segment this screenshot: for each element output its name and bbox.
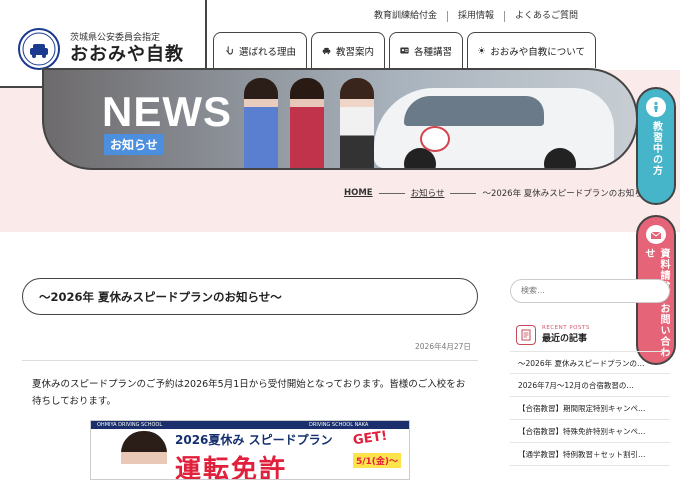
banner-get: GET! [352,428,389,449]
hero-car-window [404,96,544,126]
hero-title: NEWS [102,88,232,135]
hero-banner: NEWS お知らせ [42,68,638,170]
banner-school-right: DRIVING SCHOOL NAKA [309,422,369,428]
nav-tab-label: 各種講習 [413,46,452,58]
side-button-label: 教習中の方 [650,121,662,176]
hero-person [340,78,374,168]
recent-post-link[interactable]: 【通学教習】特例教習＋セット割引… [510,443,670,466]
hero-person [290,78,324,168]
breadcrumb-section[interactable]: お知らせ [411,187,445,199]
utility-link-faq[interactable]: よくあるご質問 [503,11,588,22]
id-card-icon [400,47,409,54]
student-icon [646,97,666,117]
breadcrumb-current: ～2026年 夏休みスピードプランのお知らせ～ [482,189,660,199]
hero-car-emblem [420,126,450,152]
sidebar: RECENT POSTS 最近の記事 ～2026年 夏休みスピードプランの… 2… [510,278,670,466]
banner-main-text: 運転免許 [175,455,288,480]
banner-school-left: OHMIYA DRIVING SCHOOL [97,422,163,428]
recent-post-link[interactable]: 【合宿教習】期間限定特別キャンペ… [510,397,670,420]
recent-posts-label-ja: 最近の記事 [542,334,588,344]
logo-mark-icon [18,28,60,70]
breadcrumb-home[interactable]: HOME [344,188,373,198]
recent-posts-list: ～2026年 夏休みスピードプランの… 2026年7月～12月の合宿教習の… 【… [510,350,670,466]
banner-date: 5/1(金)～ [353,453,402,468]
hero-person [244,78,278,168]
nav-tab-label: おおみや自教について [490,46,585,58]
banner-person [121,431,167,479]
banner-headline: 2026夏休み スピードプラン [175,433,333,447]
side-button-students[interactable]: 教習中の方 [636,87,676,205]
hand-icon [226,46,233,55]
utility-link-recruit[interactable]: 採用情報 [446,11,504,22]
document-icon [516,324,536,345]
breadcrumb-separator [450,192,477,194]
breadcrumb: HOME お知らせ ～2026年 夏休みスピードプランのお知らせ～ [344,187,660,199]
utility-link-subsidy[interactable]: 教育訓練給付金 [364,11,447,22]
utility-nav: 教育訓練給付金 採用情報 よくあるご質問 [364,11,588,22]
mail-icon [646,225,666,244]
post-body: 夏休みのスピードプランのご予約は2026年5月1日から受付開始となっております。… [32,379,466,407]
campaign-banner-image: OHMIYA DRIVING SCHOOL DRIVING SCHOOL NAK… [90,420,410,480]
hero-subtitle: お知らせ [104,134,164,155]
post-date: 2026年4月27日 [415,342,471,351]
nav-tab-about[interactable]: おおみや自教について [467,32,596,68]
nav-tab-label: 教習案内 [335,46,374,58]
recent-post-link[interactable]: 2026年7月～12月の合宿教習の… [510,374,670,397]
recent-post-link[interactable]: 【合宿教習】特殊免許特別キャンペ… [510,420,670,443]
breadcrumb-separator [378,192,405,194]
logo-name: おおみや自教 [70,44,184,65]
nav-tab-course[interactable]: 教習案内 [311,32,385,68]
recent-post-link[interactable]: ～2026年 夏休みスピードプランの… [510,350,670,374]
post-title: ～2026年 夏休みスピードプランのお知らせ～ [22,278,478,315]
post-divider [22,360,478,361]
main-nav: 選ばれる理由 教習案内 各種講習 おおみや自教について [213,32,596,68]
recent-posts-header: RECENT POSTS 最近の記事 [510,324,670,345]
nav-tab-reasons[interactable]: 選ばれる理由 [213,32,307,68]
car-icon [322,47,331,55]
nav-tab-lectures[interactable]: 各種講習 [389,32,463,68]
sun-icon [478,47,485,54]
nav-tab-label: 選ばれる理由 [238,46,296,58]
search-input[interactable] [510,278,670,303]
